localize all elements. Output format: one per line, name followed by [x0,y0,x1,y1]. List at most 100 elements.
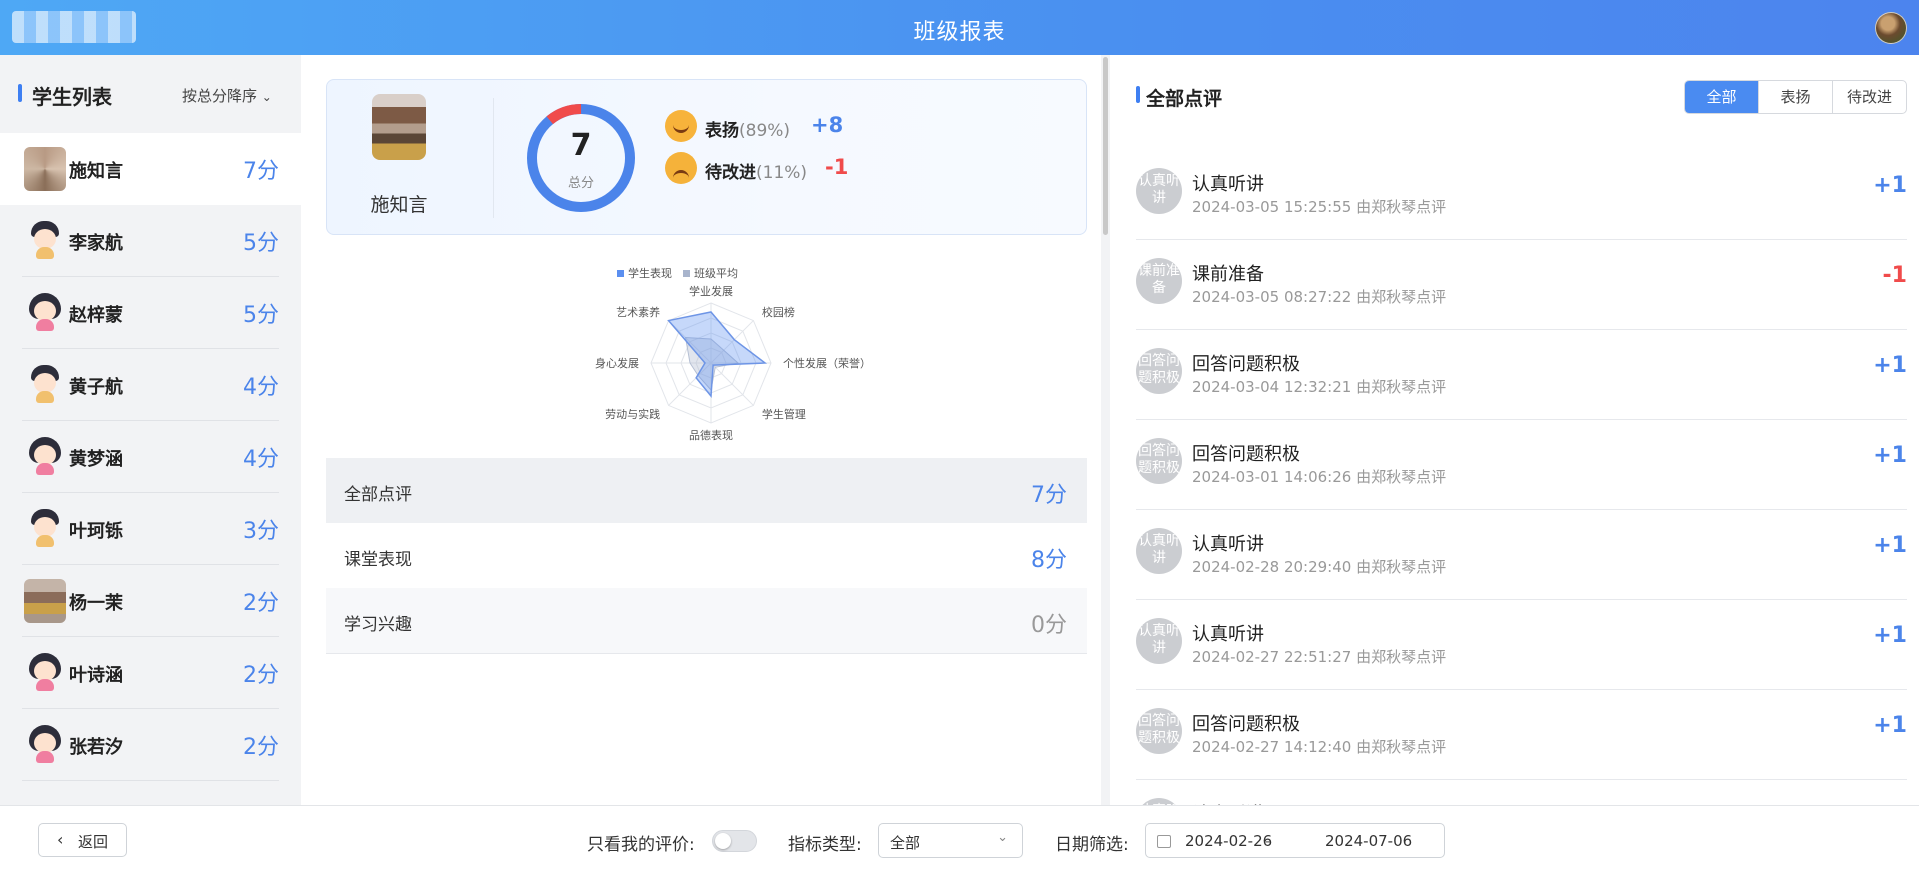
chevron-left-icon: ‹ [57,830,64,849]
student-row[interactable]: 黄子航 4分 [0,349,279,421]
filter-praise-button[interactable]: 表扬 [1758,81,1832,113]
category-score: 7分 [1031,483,1067,508]
comment-filter: 全部 表扬 待改进 [1684,80,1907,114]
divider [493,98,494,218]
comment-title: 认真听讲 [1192,174,1264,195]
only-mine-toggle[interactable] [712,830,757,852]
indicator-type-value: 全部 [890,834,921,852]
comment-title: 认真听讲 [1192,534,1264,555]
date-end[interactable]: 2024-07-06 [1325,832,1412,850]
comment-type-icon: 回答问题积极 [1136,438,1182,484]
student-list-title: 学生列表 [32,85,112,109]
radar-axis-label: 品德表现 [689,428,733,442]
comment-meta: 2024-03-05 08:27:22 由郑秋琴点评 [1192,288,1447,306]
comment-item[interactable]: 认真听讲认真听讲 [1136,780,1907,805]
app-header: 班级报表 [0,0,1919,55]
category-row[interactable]: 全部点评 7分 [326,458,1087,524]
student-name: 李家航 [69,233,123,254]
radar-axis-label: 身心发展 [595,356,639,370]
legend-class: 班级平均 [694,267,738,280]
toggle-knob [715,833,731,849]
legend-swatch-class [683,270,690,277]
student-name: 施知言 [370,194,428,216]
only-mine-label: 只看我的评价: [587,835,695,855]
comment-type-icon: 认真听讲 [1136,528,1182,574]
student-row[interactable]: 赵梓蒙 5分 [0,277,279,349]
back-button[interactable]: ‹ 返回 [38,823,127,857]
comment-meta: 2024-03-05 15:25:55 由郑秋琴点评 [1192,198,1447,216]
comment-value: +1 [1873,533,1907,558]
category-row[interactable]: 课堂表现 8分 [326,523,1087,589]
comment-type-icon: 认真听讲 [1136,618,1182,664]
improve-percent: (11%) [756,163,808,183]
comment-value: +1 [1873,623,1907,648]
comment-value: +1 [1873,443,1907,468]
comment-type-icon: 回答问题积极 [1136,708,1182,754]
comment-item[interactable]: 认真听讲 认真听讲 2024-02-27 22:51:27 由郑秋琴点评 +1 [1136,600,1907,690]
comment-item[interactable]: 认真听讲 认真听讲 2024-02-28 20:29:40 由郑秋琴点评 +1 [1136,510,1907,600]
student-row[interactable]: 李家航 5分 [0,205,279,277]
student-photo [372,94,426,160]
radar-axis-label: 艺术素养 [616,305,660,319]
date-range-picker[interactable]: 2024-02-26 - 2024-07-06 [1145,823,1445,858]
student-name: 黄梦涵 [69,449,123,470]
student-row[interactable]: 杨一茉 2分 [0,565,279,637]
legend-student: 学生表现 [628,266,672,280]
comments-title: 全部点评 [1146,88,1223,110]
page-title: 班级报表 [913,20,1006,45]
student-avatar [28,293,62,331]
improve-value: -1 [825,155,849,179]
smile-emoji-icon [665,110,697,142]
comment-type-icon: 回答问题积极 [1136,348,1182,394]
category-score: 0分 [1031,613,1067,638]
radar-axis-label: 学生管理 [762,407,806,421]
chevron-down-icon: ⌄ [997,830,1008,845]
student-avatar [28,725,62,763]
comment-type-icon: 课前准备 [1136,258,1182,304]
student-avatar [28,653,62,691]
radar-axis-label: 个性发展（荣誉） [783,356,871,370]
student-row[interactable]: 叶珂铄 3分 [0,493,279,565]
user-avatar[interactable] [1875,12,1907,44]
title-accent-bar [1136,86,1140,103]
student-row[interactable]: 施知言 7分 [0,133,301,205]
comment-item[interactable]: 回答问题积极 回答问题积极 2024-02-27 14:12:40 由郑秋琴点评 +1 [1136,690,1907,780]
comment-item[interactable]: 认真听讲 认真听讲 2024-03-05 15:25:55 由郑秋琴点评 +1 [1136,150,1907,240]
radar-legend: 学生表现 班级平均 [617,266,738,280]
comment-item[interactable]: 回答问题积极 回答问题积极 2024-03-01 14:06:26 由郑秋琴点评 +1 [1136,420,1907,510]
improve-summary: 待改进(11%) -1 [665,152,865,186]
calendar-icon [1157,835,1171,848]
category-name: 学习兴趣 [344,615,412,635]
improve-label: 待改进 [705,163,756,183]
student-name: 叶诗涵 [69,665,123,686]
category-score: 8分 [1031,548,1067,573]
filter-improve-button[interactable]: 待改进 [1832,81,1906,113]
student-row[interactable]: 黄梦涵 4分 [0,421,279,493]
comments-panel: 全部点评 全部 表扬 待改进 认真听讲 认真听讲 2024-03-05 15:25:… [1110,55,1919,805]
student-score: 2分 [243,591,279,616]
praise-percent: (89%) [739,121,791,141]
comment-value: -1 [1882,263,1907,288]
radar-axis-label: 校园榜 [762,305,795,319]
indicator-type-select[interactable]: 全部 ⌄ [878,823,1023,858]
comment-item[interactable]: 回答问题积极 回答问题积极 2024-03-04 12:32:21 由郑秋琴点评 +1 [1136,330,1907,420]
sort-label: 按总分降序 [182,87,258,105]
footer-bar: ‹ 返回 只看我的评价: 指标类型: 全部 ⌄ 日期筛选: 2024-02-26… [0,805,1919,871]
student-avatar [28,365,62,403]
sort-dropdown[interactable]: 按总分降序 ⌄ [182,85,272,106]
back-label: 返回 [78,833,109,851]
comment-item[interactable]: 课前准备 课前准备 2024-03-05 08:27:22 由郑秋琴点评 -1 [1136,240,1907,330]
student-detail-panel: 施知言 7 总分 表扬(89%) +8 待改进(11%) -1 学生表现 班级平均… [301,55,1101,805]
student-list: 施知言 7分 李家航 5分 赵梓蒙 5分 黄子航 4分黄梦涵 4分叶珂铄 3分 杨一茉 2分叶诗涵 2分… [0,133,301,781]
student-score: 4分 [243,447,279,472]
comment-title: 回答问题积极 [1192,714,1300,735]
scrollbar[interactable] [1103,57,1108,235]
category-row[interactable]: 学习兴趣 0分 [326,588,1087,654]
student-row[interactable]: 叶诗涵 2分 [0,637,279,709]
student-name: 施知言 [69,161,123,182]
student-score: 2分 [243,663,279,688]
comment-meta: 2024-03-01 14:06:26 由郑秋琴点评 [1192,468,1447,486]
student-avatar [28,221,62,259]
student-row[interactable]: 张若汐 2分 [0,709,279,781]
filter-all-button[interactable]: 全部 [1685,81,1758,113]
